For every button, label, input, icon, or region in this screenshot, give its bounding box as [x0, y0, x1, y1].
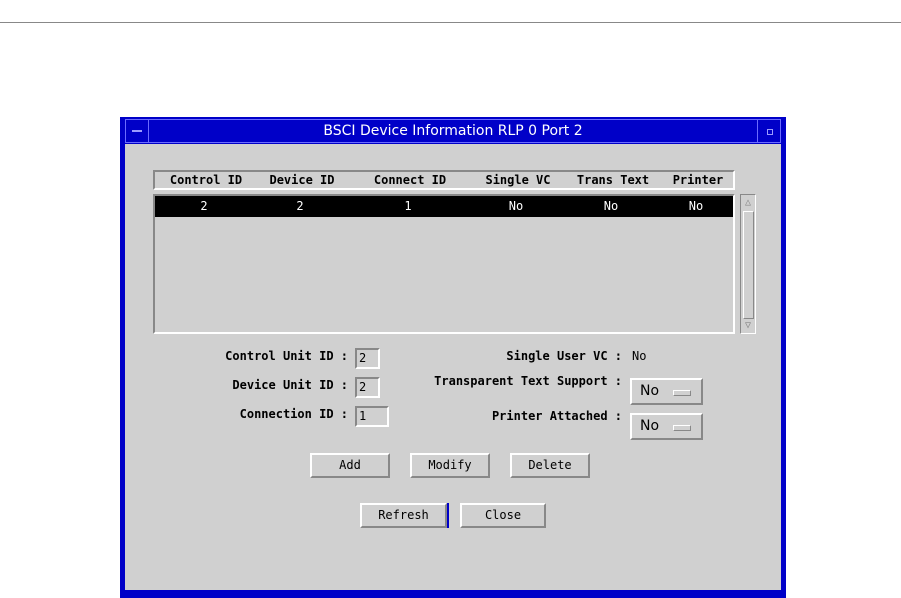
transparent-text-value: No: [640, 383, 660, 399]
column-header[interactable]: Connect ID: [374, 172, 446, 188]
single-user-vc-label: Single User VC :: [506, 349, 622, 363]
printer-attached-option-menu[interactable]: No: [630, 413, 703, 440]
cell-single-vc: No: [508, 199, 524, 213]
connection-id-input[interactable]: 1: [355, 406, 389, 427]
column-header[interactable]: Trans Text: [577, 172, 649, 188]
printer-attached-label: Printer Attached :: [491, 409, 622, 423]
transparent-text-label: Transparent Text Support :: [434, 374, 622, 388]
cell-printer: No: [688, 199, 704, 213]
transparent-text-option-menu[interactable]: No: [630, 378, 703, 405]
cell-connect-id: 1: [404, 199, 412, 213]
column-header[interactable]: Control ID: [170, 172, 242, 188]
device-unit-id-input[interactable]: 2: [355, 377, 380, 398]
add-button[interactable]: Add: [310, 453, 390, 478]
column-header[interactable]: Device ID: [269, 172, 334, 188]
vertical-scrollbar[interactable]: △ ▽: [740, 194, 756, 334]
scroll-down-icon[interactable]: ▽: [742, 319, 754, 332]
maximize-icon: [767, 129, 773, 135]
control-unit-id-label: Control Unit ID :: [225, 349, 348, 363]
window-menu-button[interactable]: [125, 119, 149, 143]
connection-id-label: Connection ID :: [239, 407, 348, 421]
scroll-thumb[interactable]: [743, 211, 754, 319]
cell-control-id: 2: [200, 199, 208, 213]
menu-icon: [132, 130, 142, 132]
table-row[interactable]: 2 2 1 No No No: [155, 196, 733, 217]
table-header: Control ID Device ID Connect ID Single V…: [153, 170, 735, 190]
option-menu-indicator-icon: [673, 390, 691, 396]
device-unit-id-label: Device Unit ID :: [232, 378, 348, 392]
delete-button[interactable]: Delete: [510, 453, 590, 478]
scroll-up-icon[interactable]: △: [742, 196, 754, 209]
maximize-button[interactable]: [757, 119, 781, 143]
single-user-vc-value: No: [632, 349, 647, 363]
divider: [0, 22, 901, 23]
dialog-window: BSCI Device Information RLP 0 Port 2 Con…: [120, 117, 786, 598]
column-header[interactable]: Printer: [673, 172, 724, 188]
cell-device-id: 2: [296, 199, 304, 213]
option-menu-indicator-icon: [673, 425, 691, 431]
column-header[interactable]: Single VC: [485, 172, 550, 188]
refresh-button[interactable]: Refresh: [360, 503, 447, 528]
modify-button[interactable]: Modify: [410, 453, 490, 478]
control-unit-id-input[interactable]: 2: [355, 348, 380, 369]
window-title: BSCI Device Information RLP 0 Port 2: [323, 123, 583, 139]
title-bar[interactable]: BSCI Device Information RLP 0 Port 2: [125, 119, 781, 143]
device-list[interactable]: 2 2 1 No No No: [153, 194, 735, 334]
close-button[interactable]: Close: [460, 503, 546, 528]
printer-attached-value: No: [640, 418, 660, 434]
dialog-body: Control ID Device ID Connect ID Single V…: [125, 144, 781, 590]
cell-trans-text: No: [603, 199, 619, 213]
